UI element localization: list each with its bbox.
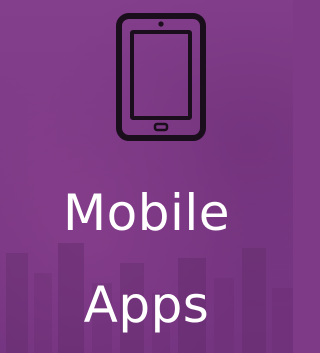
tile-title-line-2: Apps [83,276,210,334]
tile-title-line-1: Mobile [62,184,230,242]
tablet-icon [113,12,209,142]
mobile-apps-tile[interactable]: Mobile Apps [0,0,293,353]
